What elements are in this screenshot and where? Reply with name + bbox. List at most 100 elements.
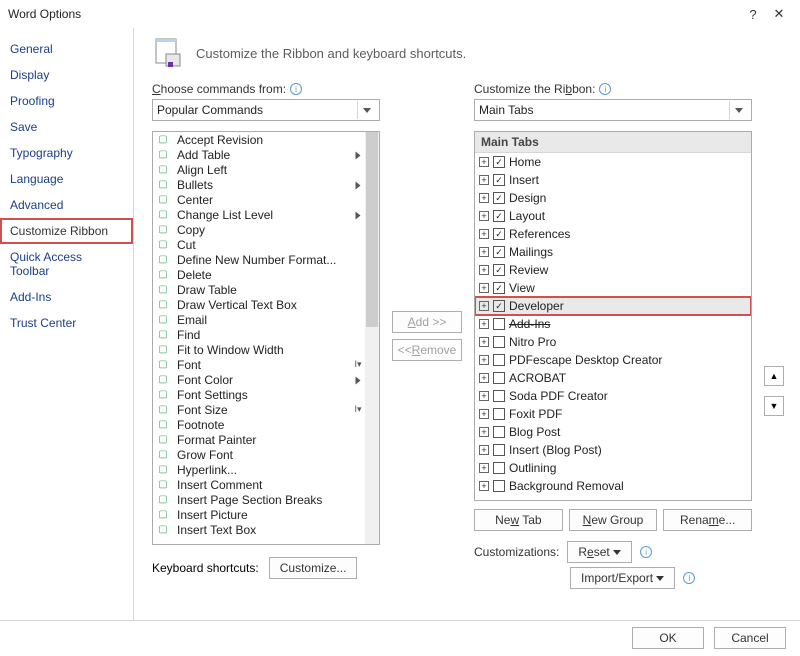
close-button[interactable]: ✕ [766,3,792,25]
command-item[interactable]: ▢Cut [153,237,365,252]
expand-icon[interactable]: + [479,247,489,257]
command-item[interactable]: ▢Copy [153,222,365,237]
rename-button[interactable]: Rename... [663,509,752,531]
expand-icon[interactable]: + [479,283,489,293]
command-item[interactable]: ▢Hyperlink... [153,462,365,477]
command-item[interactable]: ▢Insert Page Section Breaks [153,492,365,507]
add-button[interactable]: Add >> [392,311,462,333]
commands-listbox[interactable]: ▢Accept Revision▢Add Table▢Align Left▢Bu… [152,131,380,545]
command-item[interactable]: ▢Change List Level [153,207,365,222]
tree-row[interactable]: +✓Developer [475,297,751,315]
sidebar-item-general[interactable]: General [0,36,133,62]
tree-row[interactable]: +✓Mailings [475,243,751,261]
expand-icon[interactable]: + [479,301,489,311]
expand-icon[interactable]: + [479,481,489,491]
sidebar-item-typography[interactable]: Typography [0,140,133,166]
keyboard-shortcuts-customize-button[interactable]: Customize... [269,557,358,579]
checkbox[interactable] [493,336,505,348]
tree-row[interactable]: +✓Insert [475,171,751,189]
checkbox[interactable] [493,480,505,492]
expand-icon[interactable]: + [479,157,489,167]
checkbox[interactable]: ✓ [493,156,505,168]
move-down-button[interactable]: ▼ [764,396,784,416]
command-item[interactable]: ▢Insert Comment [153,477,365,492]
command-item[interactable]: ▢Define New Number Format... [153,252,365,267]
tree-row[interactable]: +Blog Post [475,423,751,441]
checkbox[interactable]: ✓ [493,174,505,186]
tree-row[interactable]: +✓Design [475,189,751,207]
checkbox[interactable] [493,426,505,438]
command-item[interactable]: ▢Format Painter [153,432,365,447]
checkbox[interactable] [493,444,505,456]
info-icon[interactable]: i [683,572,695,584]
expand-icon[interactable]: + [479,427,489,437]
expand-icon[interactable]: + [479,319,489,329]
command-item[interactable]: ▢Add Table [153,147,365,162]
checkbox[interactable]: ✓ [493,192,505,204]
tree-row[interactable]: +PDFescape Desktop Creator [475,351,751,369]
checkbox[interactable]: ✓ [493,228,505,240]
ok-button[interactable]: OK [632,627,704,649]
command-item[interactable]: ▢Accept Revision [153,132,365,147]
sidebar-item-qat[interactable]: Quick Access Toolbar [0,244,133,284]
scrollbar[interactable] [365,132,379,544]
checkbox[interactable]: ✓ [493,264,505,276]
checkbox[interactable] [493,372,505,384]
expand-icon[interactable]: + [479,373,489,383]
command-item[interactable]: ▢Grow Font [153,447,365,462]
sidebar-item-advanced[interactable]: Advanced [0,192,133,218]
expand-icon[interactable]: + [479,391,489,401]
info-icon[interactable]: i [599,83,611,95]
checkbox[interactable]: ✓ [493,300,505,312]
checkbox[interactable]: ✓ [493,210,505,222]
checkbox[interactable] [493,408,505,420]
command-item[interactable]: ▢Fit to Window Width [153,342,365,357]
tree-row[interactable]: +ACROBAT [475,369,751,387]
import-export-button[interactable]: Import/Export [570,567,675,589]
tree-row[interactable]: +Nitro Pro [475,333,751,351]
command-item[interactable]: ▢Find [153,327,365,342]
remove-button[interactable]: << Remove [392,339,462,361]
command-item[interactable]: ▢Email [153,312,365,327]
expand-icon[interactable]: + [479,265,489,275]
command-item[interactable]: ▢Draw Table [153,282,365,297]
command-item[interactable]: ▢Font SizeI▾ [153,402,365,417]
command-item[interactable]: ▢Font Color [153,372,365,387]
tree-row[interactable]: +Insert (Blog Post) [475,441,751,459]
tree-row[interactable]: +✓Layout [475,207,751,225]
tree-row[interactable]: +Background Removal [475,477,751,495]
sidebar-item-display[interactable]: Display [0,62,133,88]
expand-icon[interactable]: + [479,175,489,185]
checkbox[interactable]: ✓ [493,246,505,258]
command-item[interactable]: ▢Delete [153,267,365,282]
checkbox[interactable] [493,462,505,474]
command-item[interactable]: ▢Align Left [153,162,365,177]
expand-icon[interactable]: + [479,355,489,365]
command-item[interactable]: ▢Bullets [153,177,365,192]
expand-icon[interactable]: + [479,337,489,347]
command-item[interactable]: ▢Draw Vertical Text Box [153,297,365,312]
checkbox[interactable] [493,354,505,366]
checkbox[interactable] [493,318,505,330]
help-button[interactable]: ? [740,3,766,25]
command-item[interactable]: ▢FontI▾ [153,357,365,372]
command-item[interactable]: ▢Center [153,192,365,207]
ribbon-tabs-tree[interactable]: Main Tabs +✓Home+✓Insert+✓Design+✓Layout… [474,131,752,501]
tree-row[interactable]: +Soda PDF Creator [475,387,751,405]
checkbox[interactable] [493,390,505,402]
command-item[interactable]: ▢Insert Picture [153,507,365,522]
customize-ribbon-dropdown[interactable]: Main Tabs [474,99,752,121]
tree-row[interactable]: +Outlining [475,459,751,477]
sidebar-item-trust-center[interactable]: Trust Center [0,310,133,336]
choose-commands-dropdown[interactable]: Popular Commands [152,99,380,121]
tree-row[interactable]: +✓References [475,225,751,243]
command-item[interactable]: ▢Insert Text Box [153,522,365,537]
tree-row[interactable]: +Foxit PDF [475,405,751,423]
expand-icon[interactable]: + [479,193,489,203]
tree-row[interactable]: +✓Review [475,261,751,279]
expand-icon[interactable]: + [479,445,489,455]
tree-row[interactable]: +✓View [475,279,751,297]
new-tab-button[interactable]: New Tab [474,509,563,531]
tree-row[interactable]: +Add-Ins [475,315,751,333]
expand-icon[interactable]: + [479,463,489,473]
